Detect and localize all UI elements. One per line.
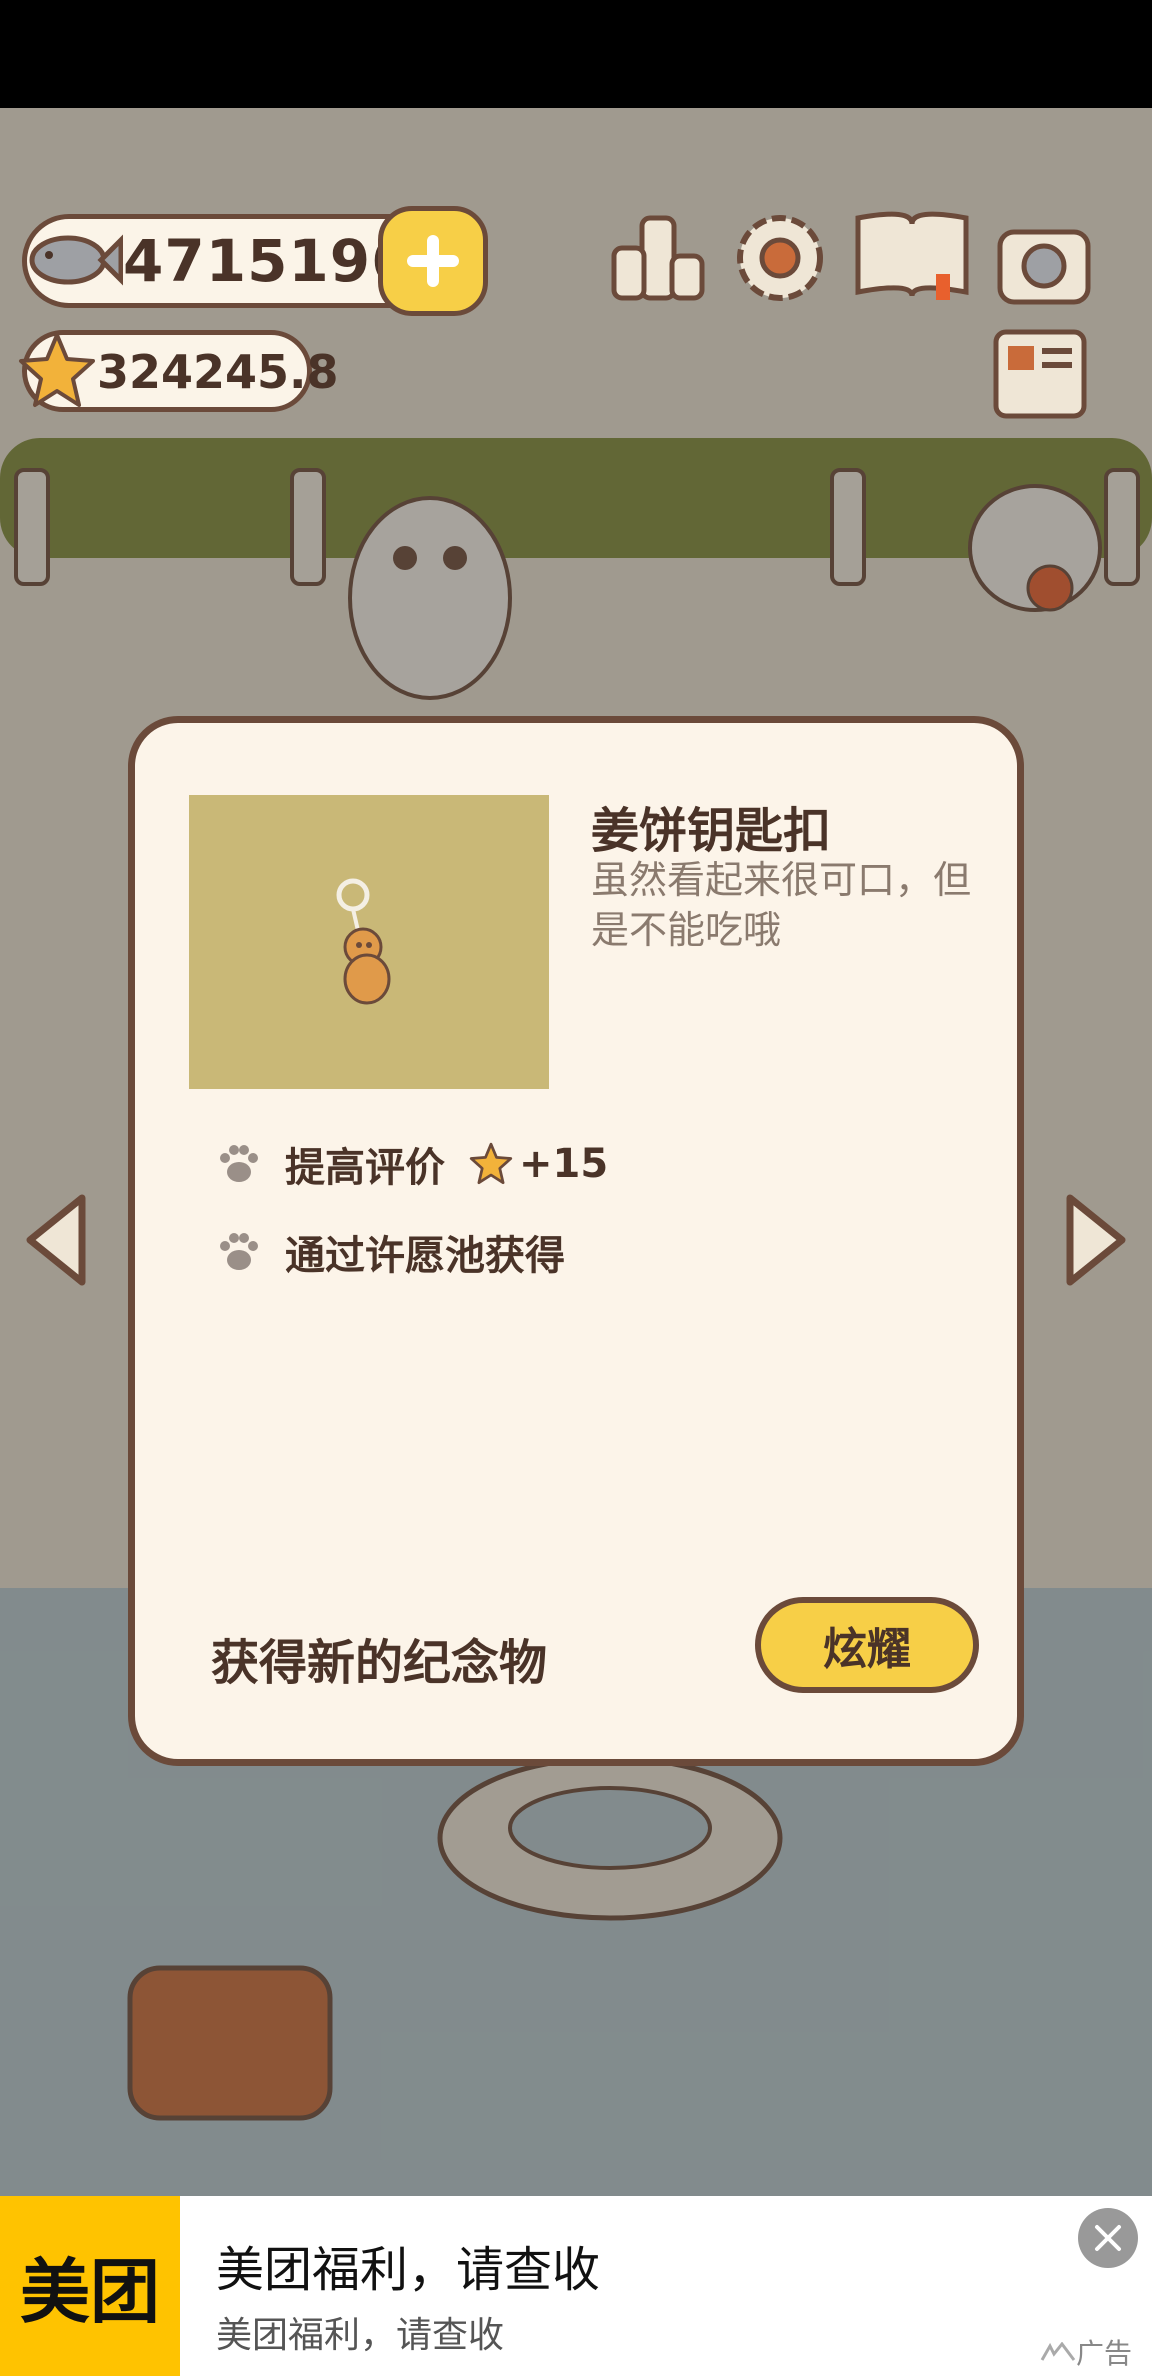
ad-banner[interactable]: 美团 美团福利，请查收 美团福利，请查收 广告 <box>0 2196 1152 2376</box>
ad-tag: 广告 <box>1040 2332 1132 2372</box>
ad-title[interactable]: 美团福利，请查收 <box>216 2230 600 2300</box>
settings-gear-icon[interactable] <box>730 208 830 308</box>
rating-bonus: +15 <box>469 1141 608 1187</box>
chevron-left-icon[interactable] <box>22 1190 92 1290</box>
effect-row: 提高评价 +15 <box>215 1135 608 1193</box>
fish-icon <box>29 234 123 286</box>
share-button[interactable]: 炫耀 <box>755 1597 979 1693</box>
plus-icon <box>407 235 459 287</box>
ad-tag-label: 广告 <box>1076 2337 1133 2370</box>
star-rating: 324245.8 <box>97 345 339 399</box>
new-souvenir-label: 获得新的纪念物 <box>211 1635 548 1691</box>
close-icon <box>1095 2225 1121 2251</box>
status-bar <box>0 0 1152 108</box>
ranking-podium-icon[interactable] <box>608 208 708 308</box>
item-description: 虽然看起来很可口，但是不能吃哦 <box>591 858 972 952</box>
meituan-logo[interactable]: 美团 <box>0 2196 180 2376</box>
cat-book-icon[interactable] <box>850 204 974 304</box>
effect-value: +15 <box>519 1141 609 1187</box>
effect-label: 提高评价 <box>285 1145 445 1191</box>
paw-icon <box>220 1145 258 1182</box>
add-fish-button[interactable] <box>378 206 488 316</box>
newspaper-icon[interactable] <box>990 326 1090 426</box>
source-row: 通过许愿池获得 <box>215 1223 565 1281</box>
star-icon <box>19 333 95 407</box>
gingerbread-keychain-icon <box>336 878 391 1005</box>
star-icon <box>469 1142 513 1185</box>
source-text: 通过许愿池获得 <box>285 1233 565 1279</box>
fish-count: 4715196 <box>123 227 413 295</box>
chevron-right-icon[interactable] <box>1060 1190 1130 1290</box>
item-image <box>189 795 549 1089</box>
item-name: 姜饼钥匙扣 <box>591 803 832 859</box>
paw-icon <box>220 1233 258 1270</box>
rating-display: 324245.8 <box>19 330 339 412</box>
ad-subtitle[interactable]: 美团福利，请查收 <box>216 2306 504 2358</box>
camera-icon[interactable] <box>994 212 1094 312</box>
ad-network-icon <box>1040 2342 1076 2361</box>
souvenir-dialog: 姜饼钥匙扣 虽然看起来很可口，但是不能吃哦 提高评价 +15 通过许愿池获得 获… <box>128 716 1024 1766</box>
close-ad-button[interactable] <box>1078 2208 1138 2268</box>
